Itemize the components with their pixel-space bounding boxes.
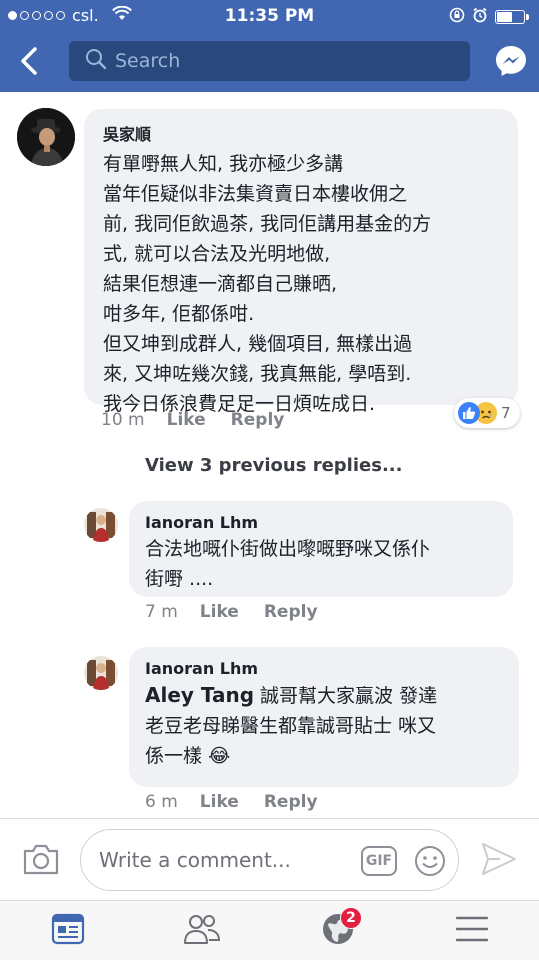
comment-line: 結果佢想連一滴都自己賺晒, <box>103 273 338 295</box>
comment-meta: 10 m Like Reply <box>101 410 309 430</box>
comment-line: 當年佢疑似非法集資賣日本樓收佣之 <box>103 183 408 205</box>
comment-bubble[interactable]: 吳家順 有單嘢無人知, 我亦極少多講 當年佢疑似非法集資賣日本樓收佣之 前, 我… <box>84 109 518 415</box>
status-right <box>449 7 529 27</box>
reply-button[interactable]: Reply <box>264 792 318 812</box>
avatar[interactable] <box>84 656 118 690</box>
reply-author[interactable]: Ianoran Lhm <box>145 513 513 532</box>
status-bar: csl. 11:35 PM <box>0 0 539 32</box>
search-icon <box>85 48 107 74</box>
tab-bar: 2 <box>0 900 539 960</box>
comment-line: 式, 就可以合法及光明地做, <box>103 243 331 265</box>
tab-news-feed[interactable] <box>48 911 88 951</box>
comment-line: 但又坤到成群人, 幾個項目, 無樣出過 <box>103 333 413 355</box>
reaction-count: 7 <box>501 404 511 422</box>
reply-time: 7 m <box>145 602 178 622</box>
reply-line: 係一樣 😂 <box>145 741 519 771</box>
top-bar: csl. 11:35 PM Search <box>0 0 539 92</box>
comment-line: 前, 我同佢飲過茶, 我同佢講用基金的方 <box>103 213 432 235</box>
gif-icon[interactable]: GIF <box>361 846 397 876</box>
reply-button[interactable]: Reply <box>264 602 318 622</box>
comment-composer: Write a comment... GIF <box>0 818 539 900</box>
mention-link[interactable]: Aley Tang <box>145 683 254 707</box>
like-button[interactable]: Like <box>200 602 239 622</box>
tab-friends[interactable] <box>182 911 222 951</box>
comment-text: 有單嘢無人知, 我亦極少多講 當年佢疑似非法集資賣日本樓收佣之 前, 我同佢飲過… <box>103 149 518 419</box>
view-previous-replies-link[interactable]: View 3 previous replies... <box>145 455 402 476</box>
battery-icon <box>495 10 525 24</box>
tab-notifications[interactable]: 2 <box>318 907 362 951</box>
comment-placeholder: Write a comment... <box>99 848 291 872</box>
messenger-icon[interactable] <box>494 44 528 78</box>
comment-time: 10 m <box>101 410 145 430</box>
laughing-emoji: 😂 <box>208 745 231 767</box>
reply-text: Aley Tang 誠哥幫大家贏波 發達 老豆老母睇醫生都靠誠哥貼士 咪又 係一… <box>145 680 519 771</box>
comment-line: 來, 又坤咗幾次錢, 我真無能, 學唔到. <box>103 363 412 385</box>
search-input[interactable]: Search <box>69 41 470 81</box>
reply-line-rest: 誠哥幫大家贏波 發達 <box>254 685 438 707</box>
reply-time: 6 m <box>145 792 178 812</box>
reply-line: Aley Tang 誠哥幫大家贏波 發達 <box>145 680 519 711</box>
reply-meta: 7 m Like Reply <box>145 602 343 622</box>
reply-line: 老豆老母睇醫生都靠誠哥貼士 咪又 <box>145 715 437 737</box>
back-chevron-icon[interactable] <box>14 44 44 78</box>
lock-rotation-icon <box>449 7 465 27</box>
reply-meta: 6 m Like Reply <box>145 792 343 812</box>
comment-line: 咁多年, 佢都係咁. <box>103 303 255 325</box>
reply-line: 合法地嘅仆街做出嚟嘅野咪又係仆 <box>145 538 431 560</box>
comment-line: 有單嘢無人知, 我亦極少多講 <box>103 153 344 175</box>
search-placeholder: Search <box>115 50 181 72</box>
notifications-badge: 2 <box>340 907 362 929</box>
nav-bar: Search <box>0 32 539 92</box>
tab-menu[interactable] <box>452 911 492 951</box>
friends-icon <box>183 912 221 950</box>
like-button[interactable]: Like <box>200 792 239 812</box>
reply-bubble[interactable]: Ianoran Lhm 合法地嘅仆街做出嚟嘅野咪又係仆 街嘢 .... <box>129 501 513 597</box>
like-button[interactable]: Like <box>167 410 206 430</box>
news-feed-icon <box>51 912 85 950</box>
comment-input[interactable]: Write a comment... GIF <box>80 829 459 891</box>
battery-tip <box>526 14 529 20</box>
like-reaction-icon <box>458 402 480 424</box>
avatar[interactable] <box>17 108 75 166</box>
avatar[interactable] <box>84 508 118 542</box>
reaction-summary[interactable]: 7 <box>454 398 520 428</box>
reply-button[interactable]: Reply <box>231 410 285 430</box>
reply-bubble[interactable]: Ianoran Lhm Aley Tang 誠哥幫大家贏波 發達 老豆老母睇醫生… <box>129 647 519 787</box>
camera-icon[interactable] <box>22 842 60 876</box>
comment-author[interactable]: 吳家順 <box>103 121 518 145</box>
alarm-icon <box>472 7 488 27</box>
smiley-icon[interactable] <box>414 845 446 877</box>
send-icon[interactable] <box>480 841 518 877</box>
reply-line-text: 係一樣 <box>145 745 203 767</box>
reply-text: 合法地嘅仆街做出嚟嘅野咪又係仆 街嘢 .... <box>145 534 513 594</box>
reply-author[interactable]: Ianoran Lhm <box>145 659 519 678</box>
reply-line: 街嘢 .... <box>145 568 214 590</box>
menu-icon <box>455 915 489 947</box>
